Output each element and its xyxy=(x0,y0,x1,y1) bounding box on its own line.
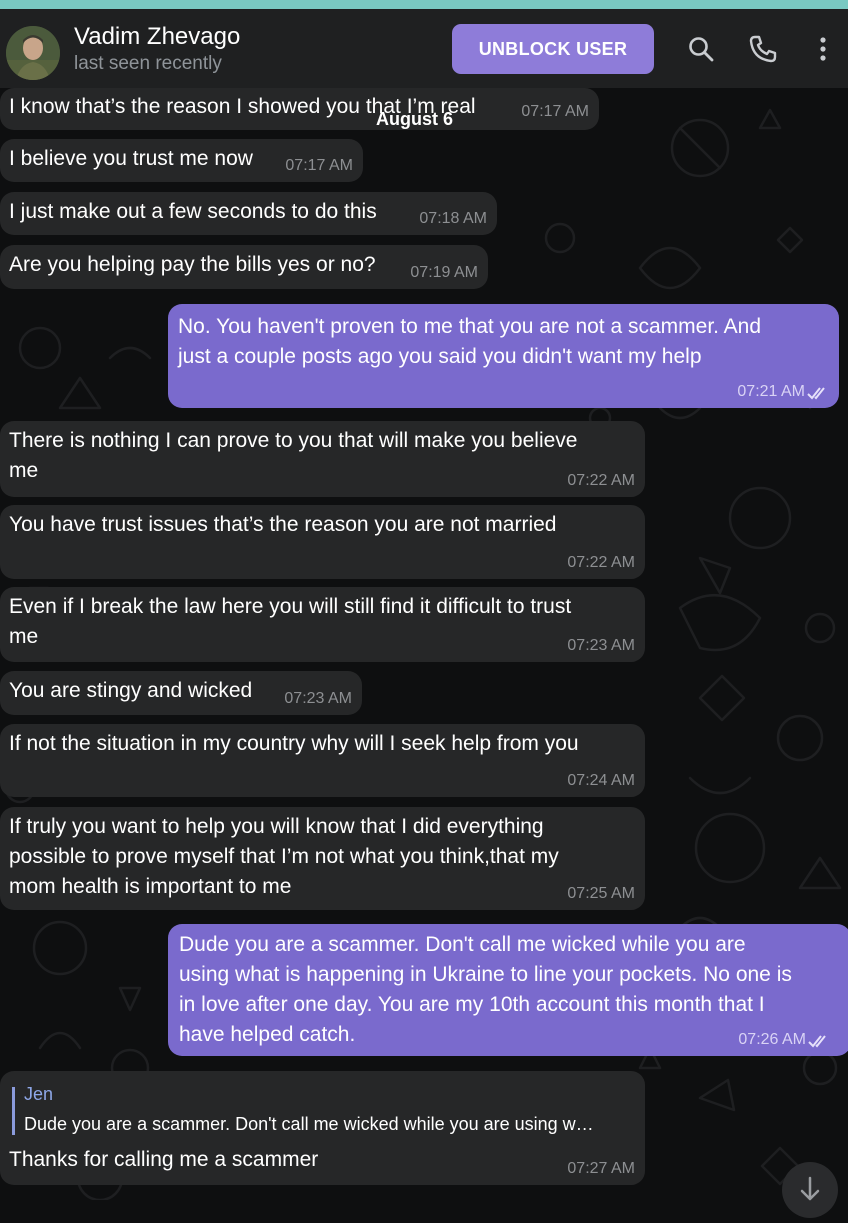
message-text: No. You haven't proven to me that you ar… xyxy=(178,315,762,368)
unblock-user-button[interactable]: UNBLOCK USER xyxy=(452,24,654,74)
message-time: 07:27 AM xyxy=(567,1160,635,1177)
message-time: 07:19 AM xyxy=(410,264,478,281)
double-check-icon xyxy=(808,1035,826,1048)
message-time: 07:21 AM xyxy=(737,383,805,400)
double-check-icon xyxy=(807,387,825,400)
chat-header: Vadim Zhevago last seen recently UNBLOCK… xyxy=(0,9,848,88)
message-incoming-reply[interactable]: Jen Dude you are a scammer. Don't call m… xyxy=(0,1071,645,1185)
arrow-down-icon xyxy=(800,1176,820,1201)
message-text: There is nothing I can prove to you that… xyxy=(9,429,578,482)
date-divider: August 6 xyxy=(376,109,454,129)
message-list[interactable]: I know that’s the reason I showed you th… xyxy=(0,88,848,1200)
message-text: If truly you want to help you will know … xyxy=(9,815,559,898)
message-text: I just make out a few seconds to do this xyxy=(9,200,377,223)
message-text: You are stingy and wicked xyxy=(9,679,253,702)
message-incoming[interactable]: You have trust issues that’s the reason … xyxy=(0,505,645,579)
more-vertical-icon[interactable] xyxy=(808,34,838,64)
message-time: 07:22 AM xyxy=(567,472,635,489)
reply-quote-text[interactable]: Dude you are a scammer. Don't call me wi… xyxy=(24,1113,594,1135)
message-time: 07:17 AM xyxy=(521,103,589,120)
phone-icon[interactable] xyxy=(748,34,778,64)
message-outgoing[interactable]: Dude you are a scammer. Don't call me wi… xyxy=(168,924,848,1056)
reply-sender-name[interactable]: Jen xyxy=(24,1083,53,1105)
message-time: 07:23 AM xyxy=(567,637,635,654)
message-outgoing[interactable]: No. You haven't proven to me that you ar… xyxy=(168,304,839,408)
reply-quote-bar xyxy=(12,1087,15,1135)
message-text: You have trust issues that’s the reason … xyxy=(9,513,557,536)
message-time: 07:22 AM xyxy=(567,554,635,571)
message-text: If not the situation in my country why w… xyxy=(9,732,579,755)
message-incoming[interactable]: If not the situation in my country why w… xyxy=(0,724,645,797)
message-incoming[interactable]: There is nothing I can prove to you that… xyxy=(0,421,645,497)
message-incoming[interactable]: Even if I break the law here you will st… xyxy=(0,587,645,662)
message-incoming[interactable]: I know that’s the reason I showed you th… xyxy=(0,88,599,130)
avatar[interactable] xyxy=(6,26,60,80)
scroll-to-bottom-button[interactable] xyxy=(782,1162,838,1218)
message-time: 07:26 AM xyxy=(738,1031,806,1048)
message-time: 07:24 AM xyxy=(567,772,635,789)
message-incoming[interactable]: Are you helping pay the bills yes or no?… xyxy=(0,245,488,289)
top-accent-strip xyxy=(0,0,848,9)
contact-name[interactable]: Vadim Zhevago xyxy=(74,23,240,51)
message-text: Dude you are a scammer. Don't call me wi… xyxy=(179,933,792,1046)
message-time: 07:18 AM xyxy=(419,210,487,227)
search-icon[interactable] xyxy=(686,34,716,64)
message-incoming[interactable]: If truly you want to help you will know … xyxy=(0,807,645,910)
message-text: Even if I break the law here you will st… xyxy=(9,595,572,648)
message-incoming[interactable]: I just make out a few seconds to do this… xyxy=(0,192,497,235)
message-time: 07:23 AM xyxy=(284,690,352,707)
message-time: 07:25 AM xyxy=(567,885,635,902)
message-time: 07:17 AM xyxy=(285,157,353,174)
last-seen-status: last seen recently xyxy=(74,53,222,74)
message-text: I believe you trust me now xyxy=(9,147,253,170)
message-text: Are you helping pay the bills yes or no? xyxy=(9,253,376,276)
message-incoming[interactable]: I believe you trust me now 07:17 AM xyxy=(0,139,363,182)
message-text: Thanks for calling me a scammer xyxy=(9,1148,319,1171)
message-incoming[interactable]: You are stingy and wicked 07:23 AM xyxy=(0,671,362,715)
